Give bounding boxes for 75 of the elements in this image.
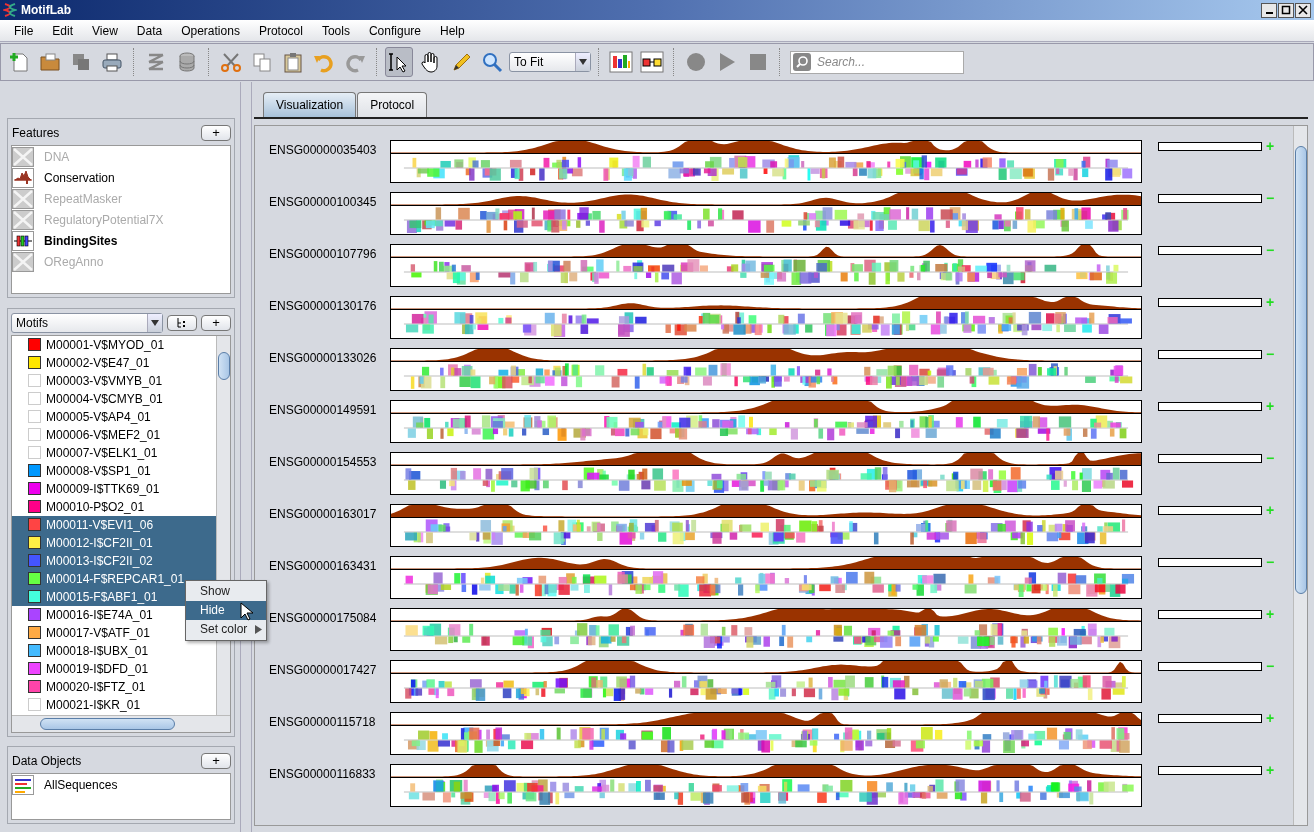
sequence-name: ENSG00000115718 (269, 714, 377, 729)
motif-name: M00005-V$AP4_01 (46, 409, 151, 424)
sequence-name: ENSG00000163017 (269, 506, 378, 521)
motif-name: M00006-V$MEF2_01 (46, 427, 161, 442)
type-select[interactable]: Motifs (11, 312, 163, 333)
tab[interactable]: Protocol (357, 92, 428, 117)
menu-item[interactable]: Hide (186, 600, 266, 620)
motif-row[interactable]: M00009-I$TTK69_01 (12, 479, 216, 498)
window-title: MotifLab (21, 3, 71, 17)
motif-row[interactable]: M00008-V$SP1_01 (12, 461, 216, 480)
motif-name: M00021-I$KR_01 (46, 697, 141, 712)
motif-name: M00014-F$REPCAR1_01 (46, 571, 185, 586)
motif-name: M00017-V$ATF_01 (46, 625, 150, 640)
motif-name: M00012-I$CF2II_01 (46, 535, 153, 550)
motif-name: M00013-I$CF2II_02 (46, 553, 153, 568)
menu-item[interactable]: Configure (358, 23, 430, 38)
motif-name: M00020-I$FTZ_01 (46, 679, 146, 694)
motif-row[interactable]: M00018-I$UBX_01 (12, 641, 216, 660)
menu-item[interactable]: Set color (186, 619, 266, 639)
tab[interactable]: Visualization (263, 92, 357, 117)
motif-name: M00015-F$ABF1_01 (46, 589, 158, 604)
motif-row[interactable]: M00001-V$MYOD_01 (12, 335, 216, 354)
motif-name: M00008-V$SP1_01 (46, 463, 151, 478)
motif-name: M00001-V$MYOD_01 (46, 337, 165, 352)
panel-title: Features (11, 126, 61, 140)
add-button[interactable]: + (201, 125, 231, 141)
feature-name[interactable]: Conservation (44, 170, 115, 185)
sequence-name: ENSG00000133026 (269, 350, 378, 365)
motif-name: M00002-V$E47_01 (46, 355, 150, 370)
menu-item[interactable]: File (4, 23, 43, 38)
motif-name: M00009-I$TTK69_01 (46, 481, 160, 496)
sequence-name: ENSG00000130176 (269, 298, 378, 313)
motif-row[interactable]: M00004-V$CMYB_01 (12, 389, 216, 408)
motif-row[interactable]: M00002-V$E47_01 (12, 353, 216, 372)
motif-row[interactable]: M00020-I$FTZ_01 (12, 677, 216, 696)
menu-item[interactable]: View (82, 23, 127, 38)
add-button[interactable]: + (201, 753, 231, 770)
motif-name: M00016-I$E74A_01 (46, 607, 153, 622)
motif-name: M00004-V$CMYB_01 (46, 391, 163, 406)
zoom-select[interactable]: To Fit (509, 52, 591, 72)
menu-item[interactable]: Edit (42, 23, 83, 38)
motif-name: M00011-V$EVI1_06 (46, 517, 154, 532)
menu-item[interactable]: Operations (171, 23, 249, 38)
sequence-name: ENSG00000154553 (269, 454, 378, 469)
panel-title: Data Objects (11, 754, 83, 769)
motif-row[interactable]: M00010-P$O2_01 (12, 497, 216, 516)
motif-row[interactable]: M00003-V$VMYB_01 (12, 371, 216, 390)
sequence-name: ENSG00000107796 (269, 246, 378, 261)
motif-row[interactable]: M00019-I$DFD_01 (12, 659, 216, 678)
menu-item[interactable]: Tools (311, 23, 359, 38)
sequence-name: ENSG00000175084 (269, 610, 378, 625)
motif-row[interactable]: M00006-V$MEF2_01 (12, 425, 216, 444)
motif-row[interactable]: M00005-V$AP4_01 (12, 407, 216, 426)
motif-row[interactable]: M00007-V$ELK1_01 (12, 443, 216, 462)
motif-name: M00019-I$DFD_01 (46, 661, 149, 676)
motif-name: M00010-P$O2_01 (46, 499, 145, 514)
search-field[interactable]: Search... (790, 50, 964, 74)
sequence-name: ENSG00000149591 (269, 402, 378, 417)
sequence-name: ENSG00000035403 (269, 142, 378, 157)
add-button[interactable]: + (201, 314, 231, 331)
motif-name: M00007-V$ELK1_01 (46, 445, 158, 460)
motif-row[interactable]: M00021-I$KR_01 (12, 695, 216, 714)
menu-item[interactable]: Protocol (248, 23, 312, 38)
feature-name[interactable]: BindingSites (44, 233, 118, 248)
sequence-name: ENSG00000116833 (269, 766, 377, 781)
motif-name: M00003-V$VMYB_01 (46, 373, 163, 388)
search-input[interactable]: Search... (815, 54, 959, 70)
motif-row[interactable]: M00011-V$EVI1_06 (12, 515, 216, 534)
data-object-name[interactable]: AllSequences (44, 777, 118, 792)
sequence-name: ENSG00000163431 (269, 558, 378, 573)
sequence-name: ENSG00000017427 (269, 662, 378, 677)
menu-item[interactable]: Help (429, 23, 474, 38)
menu-item[interactable]: Data (126, 23, 172, 38)
sequence-name: ENSG00000100345 (269, 194, 378, 209)
motif-name: M00018-I$UBX_01 (46, 643, 149, 658)
